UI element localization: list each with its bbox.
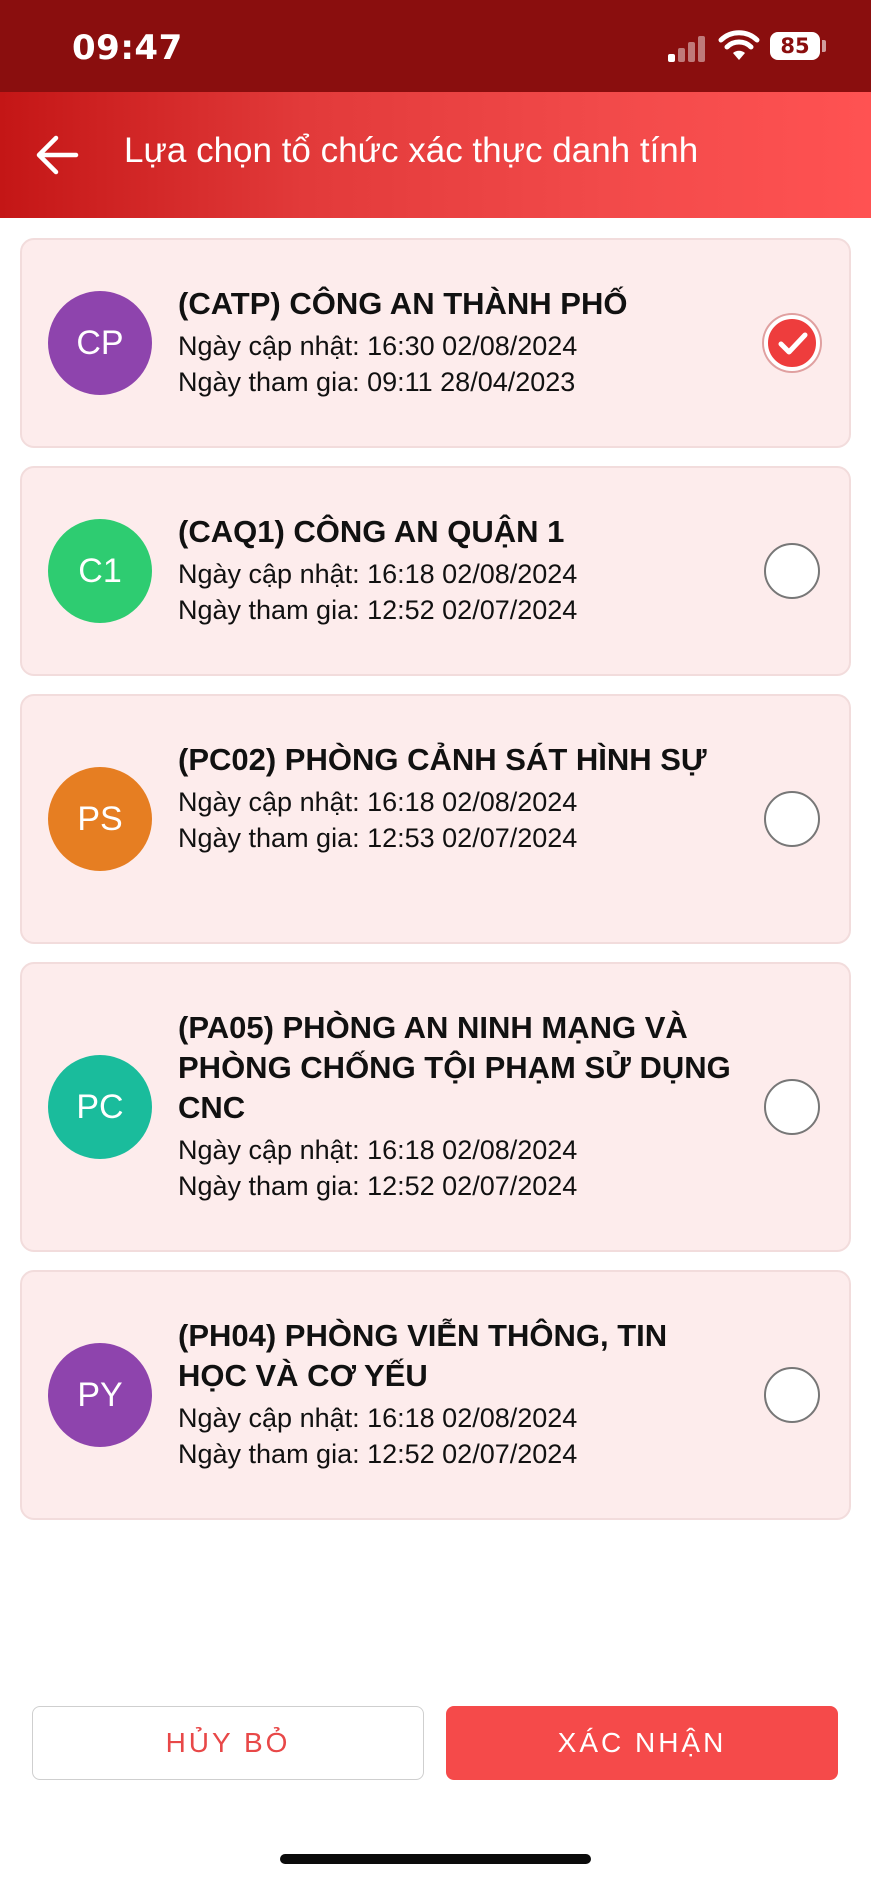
joined-date: Ngày tham gia: 12:52 02/07/2024 [178, 1171, 578, 1201]
organization-info: (CATP) CÔNG AN THÀNH PHỐ Ngày cập nhật: 1… [178, 284, 738, 400]
back-button[interactable] [30, 125, 90, 185]
organization-info: (PC02) PHÒNG CẢNH SÁT HÌNH SỰ Ngày cập nh… [178, 740, 738, 856]
avatar: CP [48, 291, 152, 395]
organization-card[interactable]: C1 (CAQ1) CÔNG AN QUẬN 1 Ngày cập nhật: 16… [20, 466, 851, 676]
organization-card[interactable]: PC (PA05) PHÒNG AN NINH MẠNG VÀ PHÒNG CHỐ… [20, 962, 851, 1252]
radio-checked[interactable] [764, 315, 820, 371]
organization-card[interactable]: CP (CATP) CÔNG AN THÀNH PHỐ Ngày cập nhật:… [20, 238, 851, 448]
organization-info: (PA05) PHÒNG AN NINH MẠNG VÀ PHÒNG CHỐNG… [178, 1008, 738, 1204]
updated-date: Ngày cập nhật: 16:30 02/08/2024 [178, 331, 578, 361]
battery-tip [822, 40, 826, 52]
status-time: 09:47 [72, 28, 183, 68]
radio-unchecked[interactable] [764, 1367, 820, 1423]
page-title: Lựa chọn tổ chức xác thực danh tính [124, 131, 699, 170]
joined-date: Ngày tham gia: 12:52 02/07/2024 [178, 1439, 578, 1469]
avatar: PY [48, 1343, 152, 1447]
avatar: PC [48, 1055, 152, 1159]
avatar: C1 [48, 519, 152, 623]
joined-date: Ngày tham gia: 12:53 02/07/2024 [178, 823, 578, 853]
radio-unchecked[interactable] [764, 1079, 820, 1135]
confirm-button[interactable]: XÁC NHẬN [446, 1706, 838, 1780]
organization-card[interactable]: PY (PH04) PHÒNG VIỄN THÔNG, TIN HỌC VÀ CƠ… [20, 1270, 851, 1520]
joined-date: Ngày tham gia: 12:52 02/07/2024 [178, 595, 578, 625]
radio-unchecked[interactable] [764, 543, 820, 599]
organization-info: (CAQ1) CÔNG AN QUẬN 1 Ngày cập nhật: 16:1… [178, 512, 738, 628]
home-indicator [280, 1854, 591, 1864]
organization-name: (CAQ1) CÔNG AN QUẬN 1 [178, 514, 565, 549]
organization-name: (PC02) PHÒNG CẢNH SÁT HÌNH SỰ [178, 742, 707, 777]
organization-card[interactable]: PS (PC02) PHÒNG CẢNH SÁT HÌNH SỰ Ngày cập … [20, 694, 851, 944]
cancel-button[interactable]: HỦY BỎ [32, 1706, 424, 1780]
organization-name: (CATP) CÔNG AN THÀNH PHỐ [178, 286, 628, 321]
updated-date: Ngày cập nhật: 16:18 02/08/2024 [178, 1403, 578, 1433]
status-bar: 09:47 85 [0, 0, 871, 92]
signal-icon [668, 30, 708, 62]
organization-name: (PA05) PHÒNG AN NINH MẠNG VÀ PHÒNG CHỐNG… [178, 1010, 731, 1125]
organization-list: CP (CATP) CÔNG AN THÀNH PHỐ Ngày cập nhật:… [20, 238, 851, 1538]
organization-name: (PH04) PHÒNG VIỄN THÔNG, TIN HỌC VÀ CƠ Y… [178, 1318, 668, 1393]
radio-unchecked[interactable] [764, 791, 820, 847]
battery-icon: 85 [770, 32, 820, 60]
wifi-icon [718, 30, 760, 62]
app-header: Lựa chọn tổ chức xác thực danh tính [0, 92, 871, 218]
joined-date: Ngày tham gia: 09:11 28/04/2023 [178, 367, 576, 397]
updated-date: Ngày cập nhật: 16:18 02/08/2024 [178, 1135, 578, 1165]
updated-date: Ngày cập nhật: 16:18 02/08/2024 [178, 787, 578, 817]
arrow-left-icon [36, 135, 79, 175]
updated-date: Ngày cập nhật: 16:18 02/08/2024 [178, 559, 578, 589]
organization-info: (PH04) PHÒNG VIỄN THÔNG, TIN HỌC VÀ CƠ Y… [178, 1316, 738, 1472]
check-icon [778, 332, 808, 355]
avatar: PS [48, 767, 152, 871]
